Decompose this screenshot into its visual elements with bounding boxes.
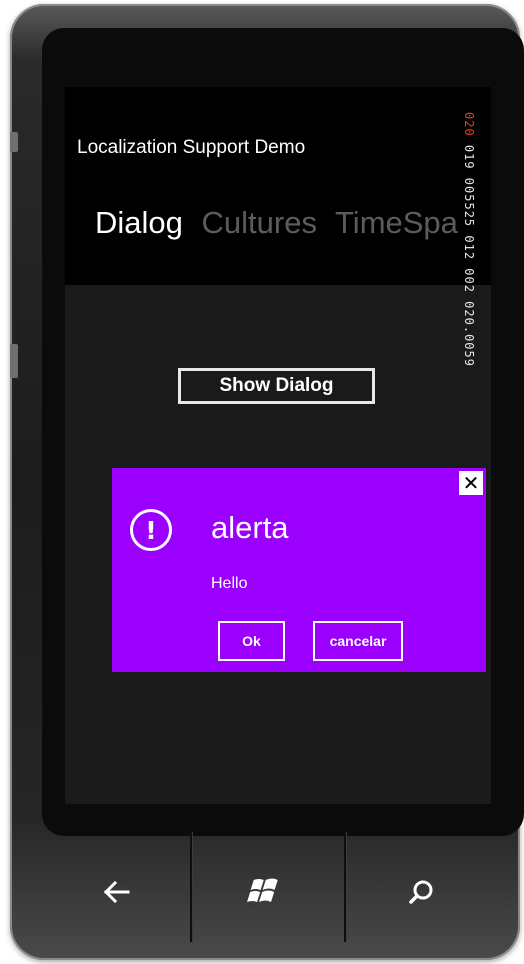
- frame-rate-counter: 020 019 005525 012 002 020.0059: [462, 112, 476, 367]
- show-dialog-button[interactable]: Show Dialog: [178, 368, 375, 404]
- dialog-title: alerta: [211, 510, 289, 545]
- back-button[interactable]: [95, 872, 139, 912]
- hardware-divider-right: [344, 832, 346, 942]
- dialog-message: Hello: [211, 575, 248, 592]
- close-icon[interactable]: ✕: [459, 471, 483, 495]
- pivot-item-dialog[interactable]: Dialog: [95, 205, 183, 240]
- app-header: [65, 87, 491, 285]
- exclamation-icon: !: [130, 509, 172, 551]
- cancel-button[interactable]: cancelar: [313, 621, 403, 661]
- start-button[interactable]: [243, 872, 287, 912]
- screen: Localization Support Demo Dialog Culture…: [65, 87, 491, 804]
- volume-up-side-button: [10, 132, 18, 152]
- windows-logo-icon: [247, 878, 278, 902]
- ok-button[interactable]: Ok: [218, 621, 285, 661]
- pivot-item-timespan[interactable]: TimeSpa: [335, 205, 458, 240]
- pivot-header: Dialog Cultures TimeSpa: [95, 205, 468, 241]
- app-title: Localization Support Demo: [77, 137, 306, 158]
- search-button[interactable]: [400, 872, 444, 912]
- search-icon: [409, 880, 433, 904]
- volume-down-side-button: [10, 344, 18, 378]
- frame-rate-counter-red: 020: [462, 112, 476, 137]
- hardware-divider-left: [190, 832, 192, 942]
- back-arrow-icon: [104, 881, 130, 903]
- frame-rate-counter-values: 019 005525 012 002 020.0059: [462, 136, 476, 367]
- pivot-item-cultures[interactable]: Cultures: [202, 205, 317, 240]
- phone-frame: Localization Support Demo Dialog Culture…: [10, 4, 524, 960]
- alert-dialog: ✕ ! alerta Hello Ok cancelar: [112, 468, 486, 672]
